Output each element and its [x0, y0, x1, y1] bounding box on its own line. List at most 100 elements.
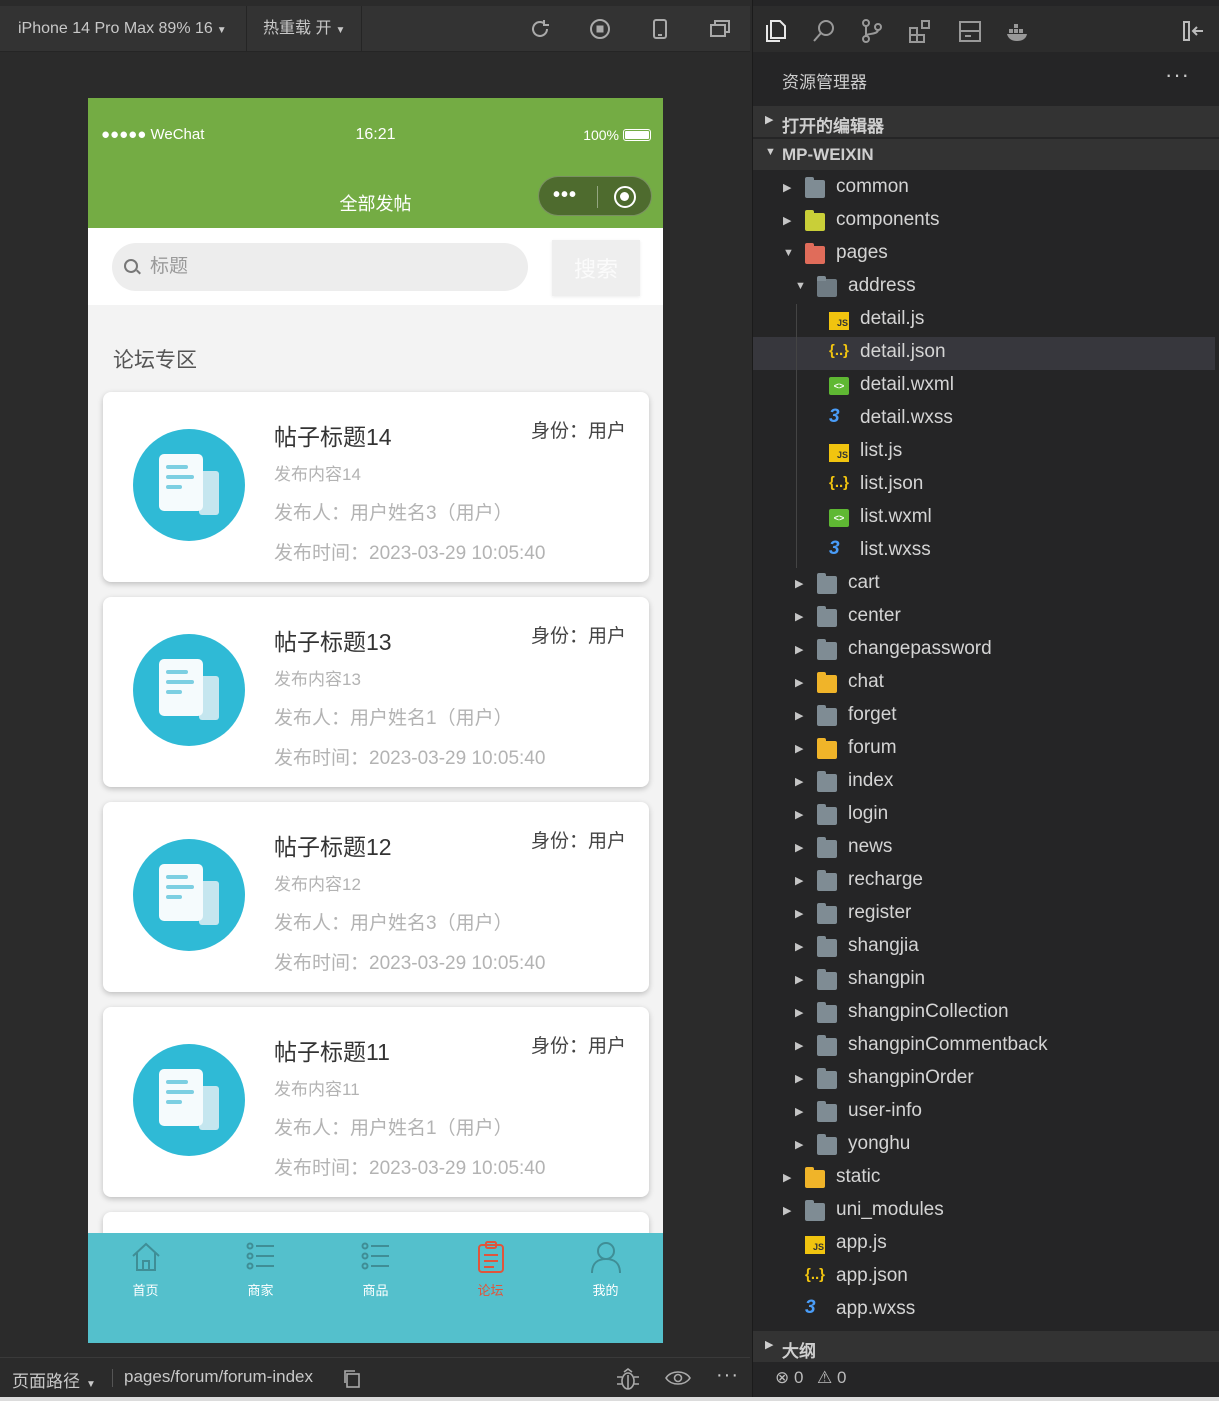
device-select[interactable]: iPhone 14 Pro Max 89% 16 ▼ [2, 6, 243, 52]
tree-folder-center[interactable]: ▶ center [753, 601, 1215, 634]
window-icon[interactable] [709, 18, 731, 40]
js-file-icon: JS [805, 1236, 825, 1254]
tree-folder-pages[interactable]: ▼ pages [753, 238, 1215, 271]
tree-folder-user-info[interactable]: ▶ user-info [753, 1096, 1215, 1129]
outline-section[interactable]: ▶ 大纲 [753, 1331, 1219, 1362]
tree-file-app.wxss[interactable]: 3 app.wxss [753, 1294, 1215, 1327]
collapse-panel-icon[interactable] [1181, 18, 1207, 44]
tab-shops[interactable]: 商家 [203, 1233, 318, 1343]
search-area: 搜索 [88, 228, 663, 305]
tree-item-label: shangpin [848, 968, 926, 989]
tree-file-detail.wxml[interactable]: <> detail.wxml [753, 370, 1215, 403]
stop-icon[interactable] [589, 18, 611, 40]
refresh-icon[interactable] [529, 18, 551, 40]
warnings-count: ⚠ 0 [817, 1368, 847, 1387]
search-box[interactable] [112, 243, 528, 291]
post-card[interactable]: 帖子标题13 身份：用户 发布内容13 发布人：用户姓名1（用户） 发布时间：2… [103, 597, 649, 787]
open-editors-section[interactable]: ▶ 打开的编辑器 [753, 106, 1219, 137]
tab-home[interactable]: 首页 [88, 1233, 203, 1343]
search-button[interactable]: 搜索 [552, 240, 640, 296]
bug-icon[interactable] [615, 1367, 641, 1391]
tree-folder-address[interactable]: ▼ address [753, 271, 1215, 304]
tree-file-list.js[interactable]: JS list.js [753, 436, 1215, 469]
post-time: 发布时间：2023-03-29 10:05:40 [274, 953, 546, 974]
indent-guide [796, 535, 797, 568]
tree-file-app.js[interactable]: JS app.js [753, 1228, 1215, 1261]
explorer-title: 资源管理器 [782, 73, 867, 92]
tab-label: 商家 [247, 1283, 274, 1298]
post-document-icon [133, 839, 245, 951]
tree-folder-shangjia[interactable]: ▶ shangjia [753, 931, 1215, 964]
tree-folder-news[interactable]: ▶ news [753, 832, 1215, 865]
tree-folder-login[interactable]: ▶ login [753, 799, 1215, 832]
tree-file-detail.wxss[interactable]: 3 detail.wxss [753, 403, 1215, 436]
tree-folder-index[interactable]: ▶ index [753, 766, 1215, 799]
post-document-icon [133, 1044, 245, 1156]
tree-item-label: list.wxss [860, 539, 931, 560]
tab-label: 商品 [362, 1283, 389, 1298]
post-card[interactable]: 帖子标题12 身份：用户 发布内容12 发布人：用户姓名3（用户） 发布时间：2… [103, 802, 649, 992]
footer-more-icon[interactable]: ··· [716, 1364, 739, 1387]
tree-folder-shangpin[interactable]: ▶ shangpin [753, 964, 1215, 997]
tab-me[interactable]: 我的 [548, 1233, 663, 1343]
close-target-icon[interactable] [614, 186, 636, 208]
project-section[interactable]: ▼ MP-WEIXIN [753, 139, 1219, 170]
chevron-right-icon: ▶ [765, 1339, 774, 1351]
tree-folder-register[interactable]: ▶ register [753, 898, 1215, 931]
tree-folder-static[interactable]: ▶ static [753, 1162, 1215, 1195]
post-author: 发布人：用户姓名3（用户） [274, 503, 513, 524]
eye-icon[interactable] [665, 1369, 691, 1387]
extensions-icon[interactable] [907, 18, 933, 44]
hot-reload-select[interactable]: 热重载 开 ▼ [246, 6, 363, 52]
explorer-pane: 资源管理器 ··· ▶ 打开的编辑器 ▼ MP-WEIXIN ▶ common ▶ c… [752, 0, 1219, 1401]
tree-folder-shangpinCollection[interactable]: ▶ shangpinCollection [753, 997, 1215, 1030]
tree-item-label: shangpinCommentback [848, 1034, 1048, 1055]
tree-file-list.json[interactable]: {..} list.json [753, 469, 1215, 502]
tab-products[interactable]: 商品 [318, 1233, 433, 1343]
tree-folder-cart[interactable]: ▶ cart [753, 568, 1215, 601]
open-editors-label: 打开的编辑器 [782, 117, 884, 136]
tree-folder-uni_modules[interactable]: ▶ uni_modules [753, 1195, 1215, 1228]
copy-icon[interactable] [343, 1370, 361, 1388]
phone-icon[interactable] [649, 18, 671, 40]
more-actions-icon[interactable]: ··· [1165, 62, 1190, 88]
search-input[interactable] [150, 243, 510, 291]
post-card[interactable]: 帖子标题11 身份：用户 发布内容11 发布人：用户姓名1（用户） 发布时间：2… [103, 1007, 649, 1197]
storage-icon[interactable] [957, 18, 983, 44]
tree-file-detail.js[interactable]: JS detail.js [753, 304, 1215, 337]
tree-file-list.wxss[interactable]: 3 list.wxss [753, 535, 1215, 568]
tree-folder-shangpinCommentback[interactable]: ▶ shangpinCommentback [753, 1030, 1215, 1063]
problems-status[interactable]: ⊗ 0 ⚠ 0 [753, 1362, 1219, 1397]
search-icon[interactable] [811, 18, 837, 44]
outline-label: 大纲 [782, 1342, 816, 1361]
tree-file-app.json[interactable]: {..} app.json [753, 1261, 1215, 1294]
files-icon[interactable] [763, 18, 789, 44]
tree-folder-common[interactable]: ▶ common [753, 172, 1215, 205]
indent-guide [796, 337, 797, 370]
mini-program-capsule[interactable]: ••• [538, 176, 652, 216]
tree-file-list.wxml[interactable]: <> list.wxml [753, 502, 1215, 535]
tree-folder-components[interactable]: ▶ components [753, 205, 1215, 238]
tree-item-label: detail.json [860, 341, 946, 362]
tree-file-detail.json[interactable]: {..} detail.json [753, 337, 1215, 370]
tree-folder-forget[interactable]: ▶ forget [753, 700, 1215, 733]
page-path-value: pages/forum/forum-index [124, 1367, 313, 1386]
errors-value: 0 [793, 1368, 804, 1387]
source-control-icon[interactable] [859, 18, 885, 44]
tree-folder-chat[interactable]: ▶ chat [753, 667, 1215, 700]
more-dots-icon[interactable]: ••• [553, 184, 577, 207]
folder-icon [817, 837, 837, 858]
tree-folder-forum[interactable]: ▶ forum [753, 733, 1215, 766]
tree-folder-recharge[interactable]: ▶ recharge [753, 865, 1215, 898]
page-path-select[interactable]: 页面路径 ▼ [12, 1367, 96, 1392]
tree-folder-yonghu[interactable]: ▶ yonghu [753, 1129, 1215, 1162]
tree-folder-changepassword[interactable]: ▶ changepassword [753, 634, 1215, 667]
tree-item-label: center [848, 605, 901, 626]
tab-forum[interactable]: 论坛 [433, 1233, 548, 1343]
docker-icon[interactable] [1005, 18, 1031, 44]
post-card[interactable]: 帖子标题14 身份：用户 发布内容14 发布人：用户姓名3（用户） 发布时间：2… [103, 392, 649, 582]
indent-guide [796, 403, 797, 436]
post-list: 帖子标题14 身份：用户 发布内容14 发布人：用户姓名3（用户） 发布时间：2… [103, 392, 649, 1257]
tree-item-label: app.json [836, 1265, 908, 1286]
tree-folder-shangpinOrder[interactable]: ▶ shangpinOrder [753, 1063, 1215, 1096]
